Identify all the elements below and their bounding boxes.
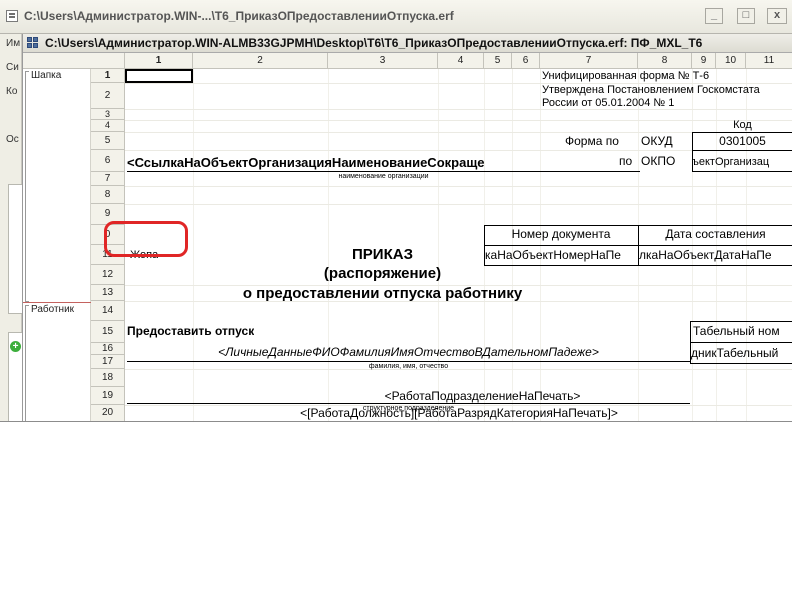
grid-line xyxy=(125,204,792,205)
okud-label: Форма по xyxy=(565,134,619,148)
row-header[interactable]: 16 xyxy=(91,343,125,355)
doc-date-header: Дата составления xyxy=(665,227,766,241)
document-titlebar[interactable]: C:\Users\Администратор.WIN-ALMB33GJPMH\D… xyxy=(23,34,792,53)
doc-number-header: Номер документа xyxy=(511,227,611,241)
blank-area xyxy=(0,422,792,614)
row-group-bracket[interactable] xyxy=(25,71,29,302)
active-cell-cursor[interactable] xyxy=(125,69,193,83)
left-panel-label: Си xyxy=(6,62,19,73)
department-param[interactable]: <РаботаПодразделениеНаПечать> xyxy=(127,389,792,403)
outer-window-title: C:\Users\Администратор.WIN-...\T6_Приказ… xyxy=(24,9,454,23)
row-header[interactable]: 15 xyxy=(91,321,125,343)
document-title: C:\Users\Администратор.WIN-ALMB33GJPMH\D… xyxy=(45,36,703,50)
spreadsheet-icon xyxy=(27,37,40,50)
department-underline xyxy=(127,403,690,404)
org-name-caption: наименование организации xyxy=(338,173,429,180)
row-header[interactable]: 20 xyxy=(91,405,125,421)
left-panel-frame xyxy=(8,184,22,314)
code-header: Код xyxy=(733,119,752,131)
column-header[interactable]: 8 xyxy=(638,53,692,69)
org-name-underline xyxy=(127,171,640,172)
column-header[interactable]: 1 xyxy=(125,53,193,69)
row-group-separator xyxy=(23,302,91,303)
row-header[interactable]: 2 xyxy=(91,83,125,109)
row-header[interactable]: 1 xyxy=(91,69,125,83)
form-header-line-3: России от 05.01.2004 № 1 xyxy=(542,97,675,109)
tabel-box-divider xyxy=(690,342,792,343)
okpo-abbr: ОКПО xyxy=(641,154,676,168)
column-header[interactable]: 9 xyxy=(692,53,716,69)
row-header[interactable]: 17 xyxy=(91,355,125,369)
column-header[interactable]: 4 xyxy=(438,53,484,69)
employee-fio-underline xyxy=(127,361,690,362)
row-group-panel: Шапка Работник xyxy=(23,69,91,421)
grid-line xyxy=(125,186,792,187)
red-highlight-annotation xyxy=(104,221,188,257)
column-header[interactable]: 10 xyxy=(716,53,746,69)
order-subtitle: (распоряжение) xyxy=(323,265,442,282)
code-box-divider xyxy=(692,150,792,151)
row-header[interactable]: 18 xyxy=(91,369,125,387)
row-header[interactable]: 8 xyxy=(91,186,125,204)
okud-abbr: ОКУД xyxy=(641,134,673,148)
left-panel-label: Ко xyxy=(6,86,18,97)
row-group-label: Шапка xyxy=(31,70,62,81)
order-title-line-3: о предоставлении отпуска работнику xyxy=(242,285,523,302)
row-group-label: Работник xyxy=(31,304,75,315)
row-header[interactable]: 14 xyxy=(91,301,125,321)
grant-leave-label: Предоставить отпуск xyxy=(127,324,255,338)
minimize-button[interactable]: _ xyxy=(705,8,723,24)
row-header[interactable]: 7 xyxy=(91,172,125,186)
document-icon xyxy=(6,10,18,22)
row-header[interactable]: 12 xyxy=(91,265,125,285)
row-header[interactable]: 3 xyxy=(91,109,125,120)
okpo-label: по xyxy=(619,154,633,168)
row-header[interactable]: 5 xyxy=(91,132,125,150)
app-window: C:\Users\Администратор.WIN-...\T6_Приказ… xyxy=(0,0,792,422)
left-panel-label: Ос xyxy=(6,134,19,145)
left-panel: Им Си Ко Ос + xyxy=(0,34,22,421)
position-param[interactable]: <[РаботаДолжность][РаботаРазрядКатегория… xyxy=(126,406,792,420)
okpo-value[interactable]: ъектОрганизац xyxy=(692,156,792,168)
column-header[interactable]: 7 xyxy=(540,53,638,69)
column-header[interactable]: 2 xyxy=(193,53,328,69)
tabel-number-header: Табельный ном xyxy=(693,324,780,338)
employee-fio-caption: фамилия, имя, отчество xyxy=(368,363,449,370)
row-header[interactable]: 4 xyxy=(91,120,125,132)
outer-window-titlebar[interactable]: C:\Users\Администратор.WIN-...\T6_Приказ… xyxy=(0,0,792,34)
row-group-bracket[interactable] xyxy=(25,305,29,421)
column-header[interactable]: 6 xyxy=(512,53,540,69)
column-header[interactable]: 11 xyxy=(746,53,792,69)
grid-line xyxy=(125,109,792,110)
employee-fio-param[interactable]: <ЛичныеДанныеФИОФамилияИмяОтчествоВДател… xyxy=(127,345,690,359)
form-header-line-2: Утверждена Постановлением Госкомстата xyxy=(542,84,760,96)
form-header-line-1: Унифицированная форма № Т-6 xyxy=(542,70,710,82)
row-header[interactable]: 13 xyxy=(91,285,125,301)
left-panel-label: Им xyxy=(6,38,21,49)
row-header[interactable]: 6 xyxy=(91,150,125,172)
column-header[interactable]: 5 xyxy=(484,53,512,69)
org-name-param[interactable]: <СсылкаНаОбъектОрганизацияНаименованиеСо… xyxy=(127,155,538,170)
tabel-number-param[interactable]: дникТабельный xyxy=(691,346,792,360)
column-header[interactable]: 3 xyxy=(328,53,438,69)
add-icon[interactable]: + xyxy=(10,341,21,352)
grid-corner[interactable] xyxy=(23,53,125,69)
order-title: ПРИКАЗ xyxy=(352,246,413,263)
row-header[interactable]: 19 xyxy=(91,387,125,405)
maximize-button[interactable]: □ xyxy=(737,8,755,24)
close-button[interactable]: x xyxy=(767,8,787,24)
doc-date-param[interactable]: лкаНаОбъектДатаНаПе xyxy=(639,248,792,262)
okud-code: 0301005 xyxy=(719,134,766,148)
